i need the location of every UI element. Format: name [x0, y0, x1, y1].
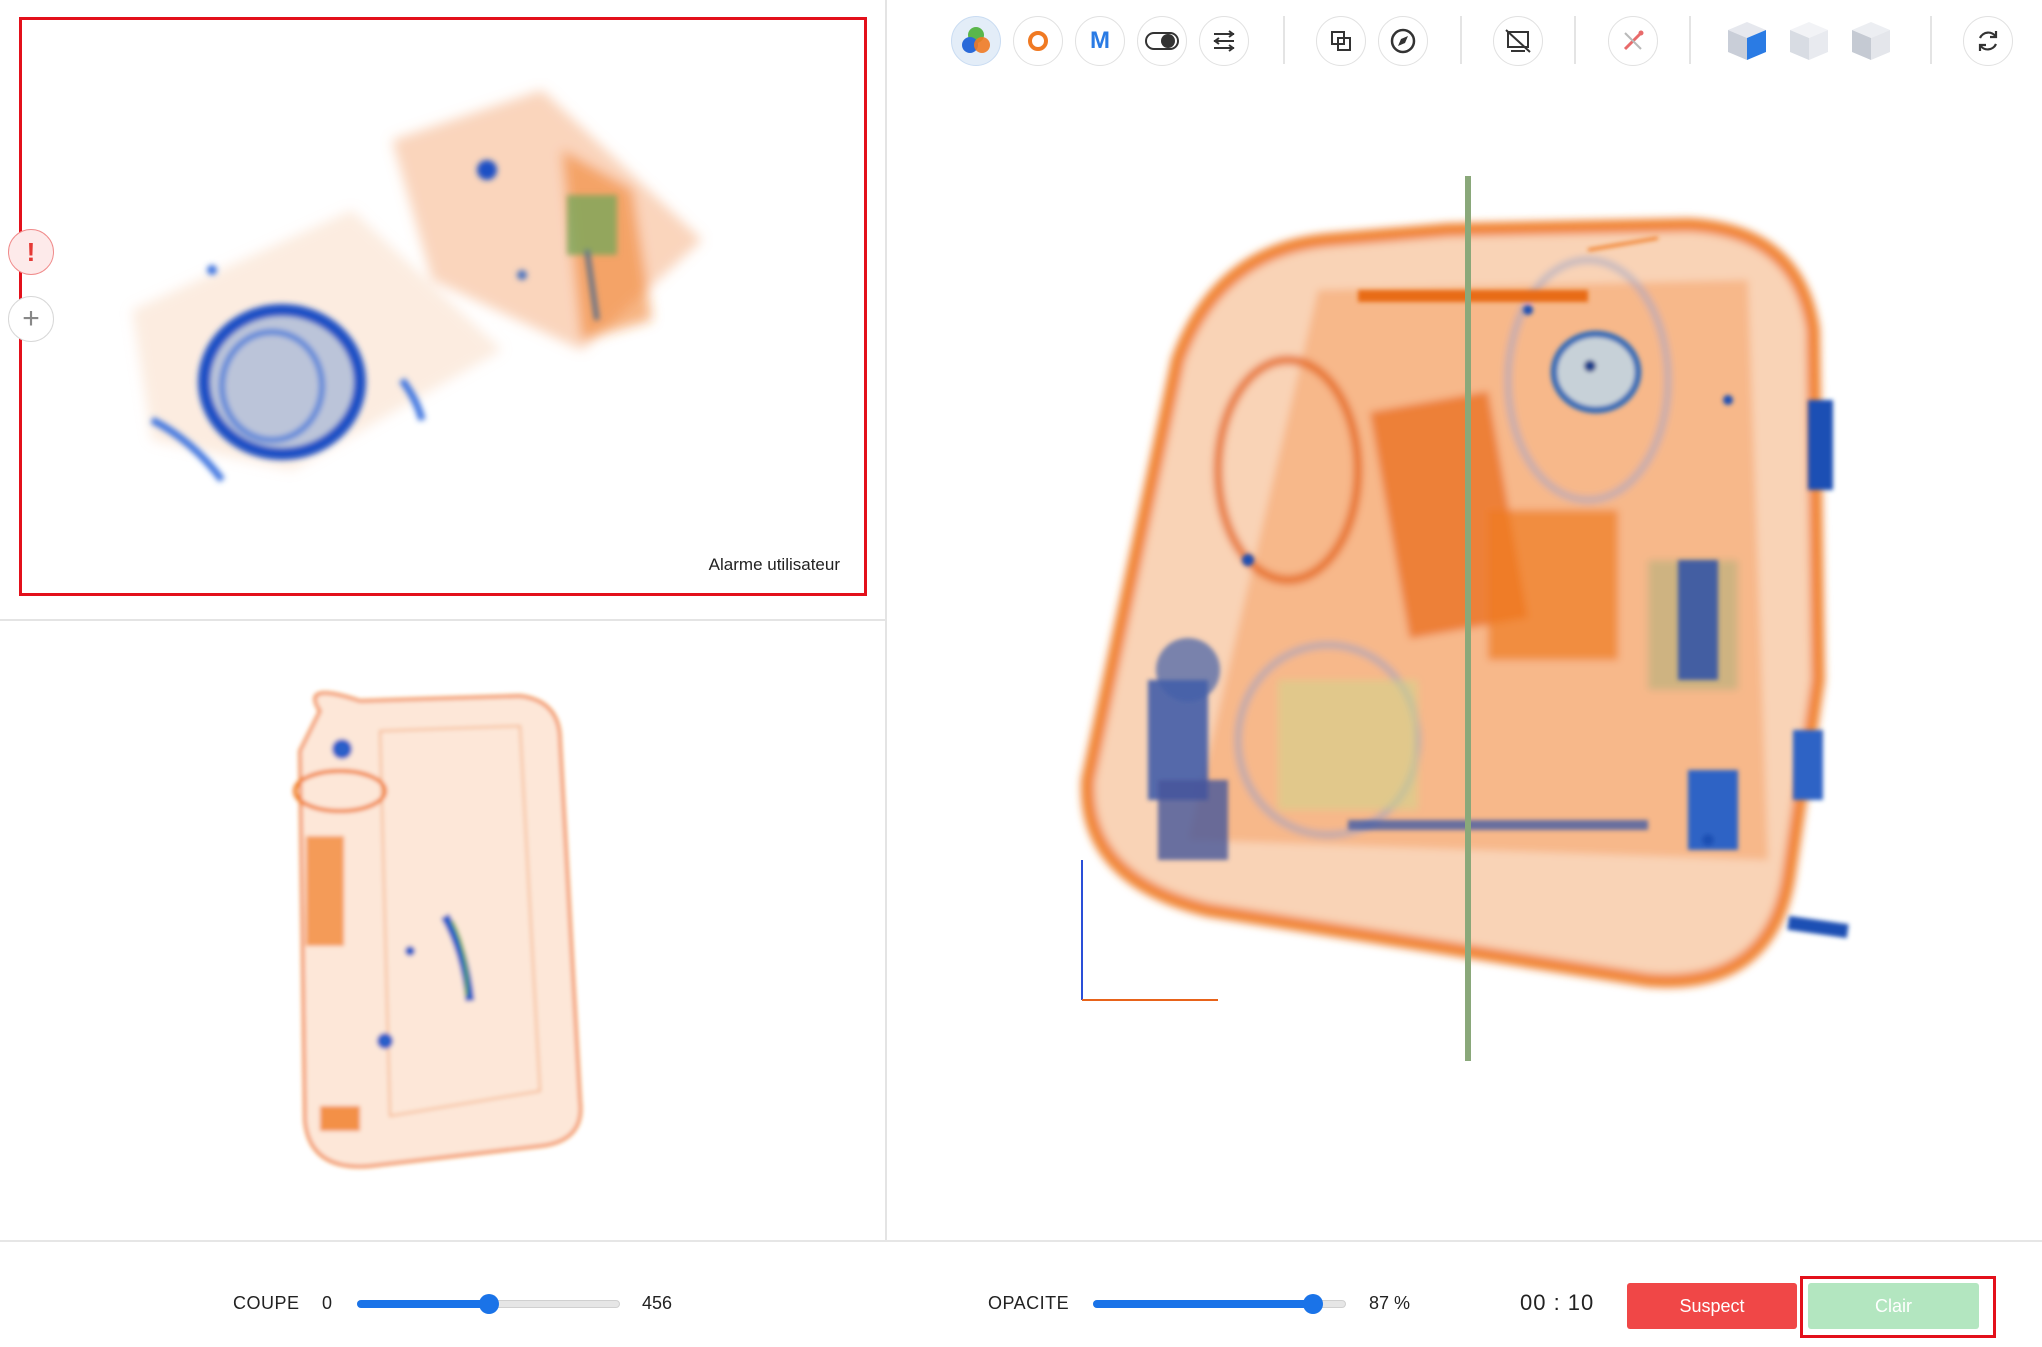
- compass-button[interactable]: [1378, 16, 1428, 66]
- suspect-button[interactable]: Suspect: [1627, 1283, 1797, 1329]
- reset-rotation-icon: [1978, 31, 1998, 51]
- metal-filter-icon: M: [1090, 27, 1110, 54]
- toolbar-separator: [1460, 16, 1462, 64]
- copy-layers-icon: [1331, 31, 1351, 51]
- opacite-slider-thumb[interactable]: [1303, 1294, 1324, 1314]
- coupe-label: COUPE: [233, 1293, 300, 1313]
- bottom-left-view[interactable]: [0, 621, 884, 1239]
- scan-main-volume[interactable]: [888, 80, 2042, 1238]
- alarm-user-label: Alarme utilisateur: [708, 555, 840, 574]
- coupe-slider-fill: [357, 1300, 489, 1308]
- compass-icon: [1390, 28, 1416, 54]
- toolbar-separator: [1283, 16, 1285, 64]
- opacite-slider-fill: [1093, 1300, 1314, 1308]
- metal-filter-button[interactable]: M: [1075, 16, 1125, 66]
- main-3d-view[interactable]: [888, 80, 2042, 1238]
- view-cube-front-icon: [1728, 22, 1766, 60]
- toolbar-separator: [1689, 16, 1691, 64]
- opacite-slider[interactable]: [1093, 1294, 1346, 1314]
- top-left-view[interactable]: Alarme utilisateur ! +: [0, 0, 886, 620]
- add-marker-button[interactable]: +: [8, 296, 54, 342]
- scan-3d-oblique[interactable]: [22, 20, 864, 593]
- alert-button[interactable]: !: [8, 229, 54, 275]
- organic-filter-button[interactable]: [1013, 16, 1063, 66]
- plus-icon: +: [22, 302, 40, 335]
- bottom-divider: [0, 1240, 2042, 1242]
- coupe-slider-thumb[interactable]: [478, 1294, 499, 1314]
- view-top-button[interactable]: [1784, 16, 1834, 66]
- adjust-button[interactable]: [1199, 16, 1249, 66]
- coupe-min: 0: [322, 1293, 333, 1313]
- coupe-max: 456: [642, 1293, 673, 1313]
- organic-filter-icon: [1028, 31, 1048, 51]
- opacite-label: OPACITE: [988, 1293, 1070, 1313]
- toolbar-separator: [1930, 16, 1932, 64]
- view-front-button[interactable]: [1722, 16, 1772, 66]
- vertical-divider: [885, 0, 887, 1240]
- opacite-value: 87 %: [1369, 1293, 1411, 1313]
- color-mode-icon: [962, 27, 990, 53]
- measure-tool-icon: [1623, 30, 1644, 51]
- scan-side-view[interactable]: [0, 621, 884, 1239]
- alert-icon: !: [26, 236, 36, 267]
- adjust-sliders-icon: [1213, 30, 1235, 52]
- toggle-icon: [1145, 32, 1179, 50]
- view-cube-side-icon: [1852, 22, 1890, 60]
- timer: 00 : 10: [1520, 1290, 1595, 1315]
- view-cube-top-icon: [1790, 22, 1828, 60]
- reset-rotation-button[interactable]: [1963, 16, 2013, 66]
- measure-button[interactable]: [1608, 16, 1658, 66]
- toolbar-separator: [1574, 16, 1576, 64]
- coupe-slider[interactable]: [357, 1294, 620, 1314]
- color-mode-button[interactable]: [951, 16, 1001, 66]
- alarm-frame: Alarme utilisateur: [19, 17, 867, 596]
- clair-button[interactable]: Clair: [1808, 1283, 1979, 1329]
- crop-icon: [1505, 29, 1531, 53]
- crop-button[interactable]: [1493, 16, 1543, 66]
- view-side-button[interactable]: [1846, 16, 1896, 66]
- toggle-button[interactable]: [1137, 16, 1187, 66]
- copy-layers-button[interactable]: [1316, 16, 1366, 66]
